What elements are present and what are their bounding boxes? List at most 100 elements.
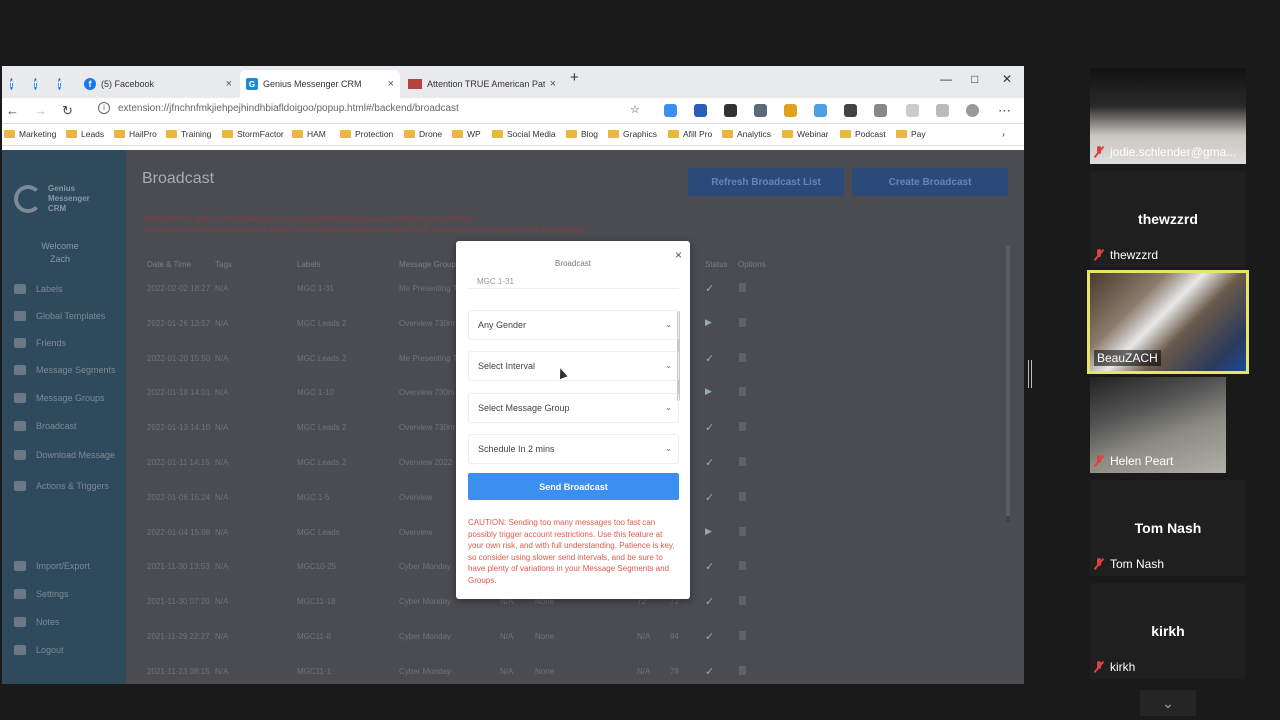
refresh-broadcast-button[interactable]: Refresh Broadcast List xyxy=(688,168,844,196)
close-tab-icon[interactable]: × xyxy=(550,78,556,90)
address-input[interactable]: extension://jfnchnfmkjiehpejhindhbiafldo… xyxy=(118,103,459,114)
favorites-icon[interactable] xyxy=(906,104,919,117)
check-status-icon[interactable]: ✓ xyxy=(705,352,714,365)
sidebar-item-notes[interactable]: Notes xyxy=(14,617,60,627)
forward-icon[interactable]: → xyxy=(34,103,47,118)
more-menu-icon[interactable]: ⋯ xyxy=(998,103,1011,119)
tab-facebook[interactable]: f (5) Facebook × xyxy=(78,70,238,98)
create-broadcast-button[interactable]: Create Broadcast xyxy=(852,168,1008,196)
participant-tile[interactable]: thewzzrd thewzzrd xyxy=(1090,171,1246,267)
bookmark-folder[interactable]: HAM xyxy=(292,129,326,139)
play-status-icon[interactable]: ▶ xyxy=(705,317,712,328)
tab-patriot[interactable]: Attention TRUE American Patriot × xyxy=(402,70,562,98)
bookmark-folder[interactable]: StormFactor xyxy=(222,129,284,139)
reload-icon[interactable]: ↻ xyxy=(62,103,73,119)
maximize-icon[interactable]: □ xyxy=(971,72,978,86)
bookmark-folder[interactable]: Drone xyxy=(404,129,442,139)
participant-tile[interactable]: Helen Peart xyxy=(1090,377,1226,473)
trash-icon[interactable] xyxy=(739,666,746,675)
bookmark-folder[interactable]: WP xyxy=(452,129,481,139)
message-group-select[interactable]: Select Message Group ⌄ xyxy=(468,393,679,423)
bookmark-folder[interactable]: Analytics xyxy=(722,129,771,139)
bookmark-folder[interactable]: Training xyxy=(166,129,211,139)
trash-icon[interactable] xyxy=(739,283,746,292)
label-select[interactable]: MGC 1-31 xyxy=(468,277,679,289)
bookmarks-overflow-icon[interactable]: › xyxy=(1002,129,1005,139)
check-status-icon[interactable]: ✓ xyxy=(705,560,714,573)
sidebar-item-broadcast[interactable]: Broadcast xyxy=(14,421,77,431)
bookmark-folder[interactable]: Webinar xyxy=(782,129,829,139)
play-status-icon[interactable]: ▶ xyxy=(705,386,712,397)
check-status-icon[interactable]: ✓ xyxy=(705,421,714,434)
sidebar-item-actions-triggers[interactable]: Actions & Triggers xyxy=(14,481,109,491)
close-icon[interactable]: × xyxy=(675,248,682,262)
trash-icon[interactable] xyxy=(739,527,746,536)
gender-select[interactable]: Any Gender ⌄ xyxy=(468,310,679,340)
trash-icon[interactable] xyxy=(739,353,746,362)
sidebar-item-labels[interactable]: Labels xyxy=(14,284,63,294)
chevron-down-icon[interactable]: ⌄ xyxy=(1140,690,1196,716)
schedule-select[interactable]: Schedule In 2 mins ⌄ xyxy=(468,434,679,464)
info-icon[interactable]: i xyxy=(98,102,110,114)
tab-pinned-1[interactable]: f xyxy=(4,70,24,98)
trash-icon[interactable] xyxy=(739,492,746,501)
bookmark-folder[interactable]: Social Media xyxy=(492,129,556,139)
extension-icon[interactable] xyxy=(784,104,797,117)
extension-icon[interactable] xyxy=(724,104,737,117)
bookmark-folder[interactable]: Blog xyxy=(566,129,598,139)
sidebar-item-message-segments[interactable]: Message Segments xyxy=(14,365,116,375)
window-close-icon[interactable]: ✕ xyxy=(1002,72,1012,86)
collections-icon[interactable] xyxy=(936,104,949,117)
back-icon[interactable]: ← xyxy=(6,103,19,118)
bookmark-folder[interactable]: Podcast xyxy=(840,129,886,139)
extension-icon[interactable] xyxy=(754,104,767,117)
sidebar-item-global-templates[interactable]: Global Templates xyxy=(14,311,105,321)
sidebar-item-download-message[interactable]: Download Message xyxy=(14,450,115,460)
check-status-icon[interactable]: ✓ xyxy=(705,630,714,643)
bookmark-folder[interactable]: Afill Pro xyxy=(668,129,712,139)
minimize-icon[interactable]: — xyxy=(940,72,952,86)
trash-icon[interactable] xyxy=(739,631,746,640)
extension-icon[interactable] xyxy=(694,104,707,117)
trash-icon[interactable] xyxy=(739,596,746,605)
check-status-icon[interactable]: ✓ xyxy=(705,282,714,295)
tab-pinned-3[interactable]: f xyxy=(52,70,72,98)
participant-tile[interactable]: Tom Nash Tom Nash xyxy=(1090,480,1246,576)
tab-genius-messenger[interactable]: G Genius Messenger CRM × xyxy=(240,70,400,98)
close-tab-icon[interactable]: × xyxy=(226,78,232,90)
trash-icon[interactable] xyxy=(739,318,746,327)
interval-select[interactable]: Select Interval ⌄ xyxy=(468,351,679,381)
extension-icon[interactable] xyxy=(844,104,857,117)
new-tab-button[interactable]: + xyxy=(570,69,579,86)
trash-icon[interactable] xyxy=(739,457,746,466)
check-status-icon[interactable]: ✓ xyxy=(705,665,714,678)
bookmark-folder[interactable]: Marketing xyxy=(4,129,56,139)
check-status-icon[interactable]: ✓ xyxy=(705,491,714,504)
extension-icon[interactable] xyxy=(814,104,827,117)
avatar[interactable] xyxy=(966,104,979,117)
participant-tile-active-speaker[interactable]: BeauZACH xyxy=(1087,270,1249,374)
sidebar-item-import-export[interactable]: Import/Export xyxy=(14,561,90,571)
genius-extension-icon[interactable] xyxy=(664,104,677,117)
close-tab-icon[interactable]: × xyxy=(388,78,394,90)
scrollbar-thumb[interactable] xyxy=(1006,246,1010,516)
bookmark-folder[interactable]: Graphics xyxy=(608,129,657,139)
participant-tile[interactable]: jodie.schlender@gma... xyxy=(1090,68,1246,164)
trash-icon[interactable] xyxy=(739,561,746,570)
send-broadcast-button[interactable]: Send Broadcast xyxy=(468,473,679,500)
sidebar-item-logout[interactable]: Logout xyxy=(14,645,64,655)
bookmark-folder[interactable]: Leads xyxy=(66,129,104,139)
participant-tile[interactable]: kirkh kirkh xyxy=(1090,583,1246,679)
tab-pinned-2[interactable]: f xyxy=(28,70,48,98)
check-status-icon[interactable]: ✓ xyxy=(705,456,714,469)
bookmark-folder[interactable]: Pay xyxy=(896,129,926,139)
sidebar-item-friends[interactable]: Friends xyxy=(14,338,66,348)
play-status-icon[interactable]: ▶ xyxy=(705,526,712,537)
panel-resize-handle[interactable] xyxy=(1028,360,1032,388)
sidebar-item-settings[interactable]: Settings xyxy=(14,589,69,599)
bookmark-folder[interactable]: HailPro xyxy=(114,129,157,139)
trash-icon[interactable] xyxy=(739,387,746,396)
bookmark-folder[interactable]: Protection xyxy=(340,129,393,139)
sidebar-item-message-groups[interactable]: Message Groups xyxy=(14,393,105,403)
trash-icon[interactable] xyxy=(739,422,746,431)
